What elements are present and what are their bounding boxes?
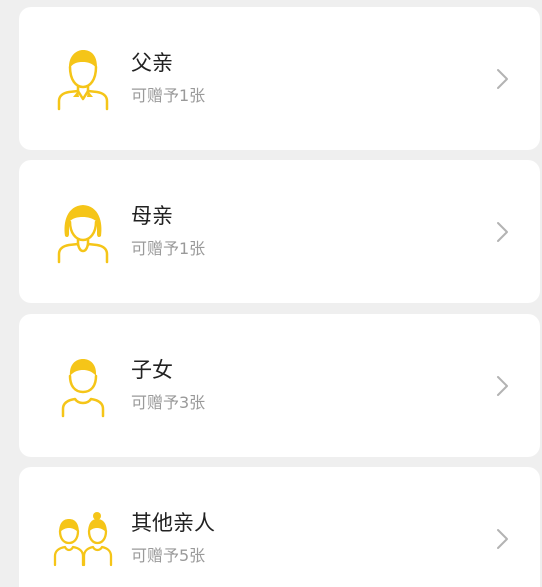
chevron-right-icon: [496, 68, 510, 90]
gift-quota-text: 可赠予1张: [131, 86, 206, 105]
relative-title: 其他亲人: [131, 511, 215, 535]
mother-icon: [53, 200, 113, 264]
relative-title: 子女: [131, 358, 173, 382]
relative-card-other[interactable]: 其他亲人 可赠予5张: [19, 467, 540, 587]
chevron-right-icon: [496, 375, 510, 397]
father-icon: [53, 47, 113, 111]
relative-card-child[interactable]: 子女 可赠予3张: [19, 314, 540, 457]
other-relatives-icon: [53, 507, 113, 571]
gift-quota-text: 可赠予3张: [131, 393, 206, 412]
chevron-right-icon: [496, 221, 510, 243]
gift-quota-text: 可赠予5张: [131, 546, 206, 565]
relative-title: 父亲: [131, 51, 173, 75]
relative-card-mother[interactable]: 母亲 可赠予1张: [19, 160, 540, 303]
gift-quota-text: 可赠予1张: [131, 239, 206, 258]
relative-list: 父亲 可赠予1张 母亲 可赠予1张 子女 可赠予3张 其他亲人 可赠予5张: [0, 0, 542, 587]
relative-title: 母亲: [131, 204, 173, 228]
chevron-right-icon: [496, 528, 510, 550]
relative-card-father[interactable]: 父亲 可赠予1张: [19, 7, 540, 150]
child-icon: [53, 354, 113, 418]
